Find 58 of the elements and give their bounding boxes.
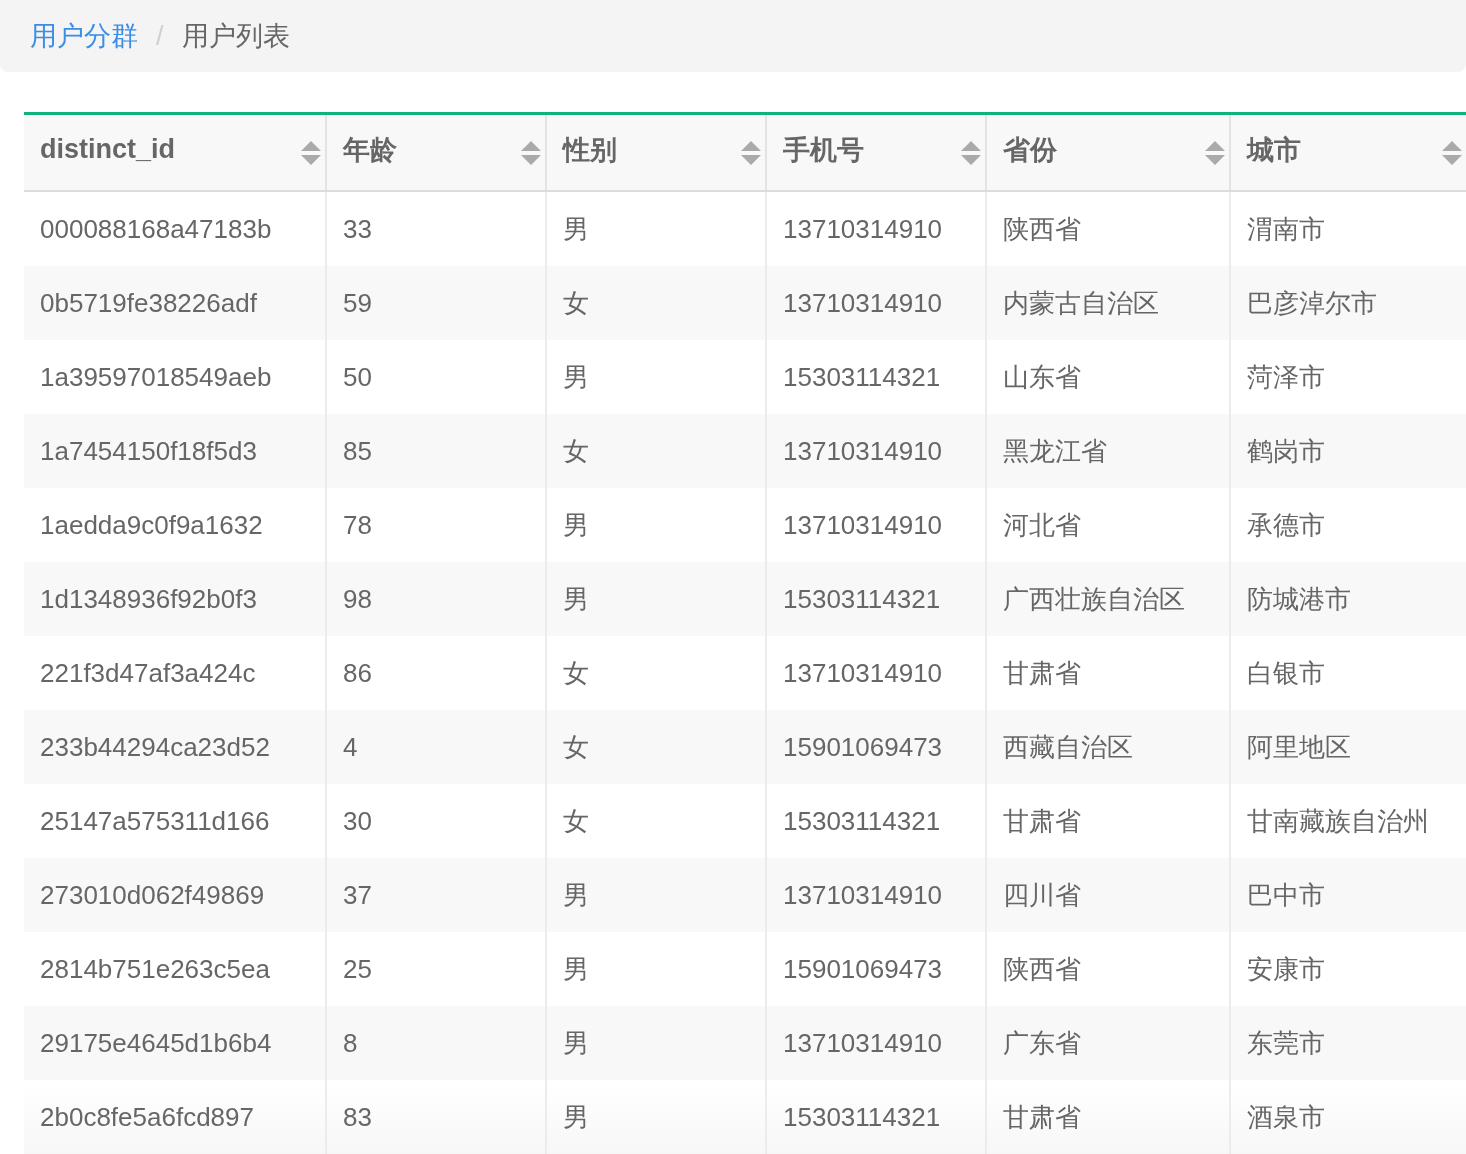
table-cell: 阿里地区 (1229, 710, 1466, 784)
column-header[interactable]: distinct_id (24, 115, 325, 190)
table-cell: 15901069473 (765, 710, 985, 784)
table-cell: 女 (545, 266, 765, 340)
table-cell: 防城港市 (1229, 562, 1466, 636)
table-cell: 37 (325, 858, 545, 932)
table-cell-text: 1aedda9c0f9a1632 (39, 508, 264, 542)
table-cell: 4 (325, 710, 545, 784)
table-cell: 男 (545, 858, 765, 932)
table-cell: 59 (325, 266, 545, 340)
sort-icon[interactable] (739, 138, 763, 167)
breadcrumb-link[interactable]: 用户分群 (30, 18, 138, 54)
table-cell: 女 (545, 710, 765, 784)
breadcrumb-current: 用户列表 (181, 20, 290, 53)
table-cell-text: 233b44294ca23d52 (39, 730, 271, 764)
table-cell: 15303114321 (765, 1080, 985, 1154)
sort-icon[interactable] (959, 138, 983, 167)
sort-icon[interactable] (1203, 138, 1227, 167)
table-cell: 酒泉市 (1229, 1080, 1466, 1154)
sort-icon[interactable] (519, 138, 543, 167)
column-header[interactable]: 城市 (1229, 115, 1466, 190)
table-cell-text: 29175e4645d1b6b4 (39, 1026, 273, 1060)
table-cell: 黑龙江省 (985, 414, 1229, 488)
table-cell-text: 000088168a47183b (39, 212, 273, 246)
column-header[interactable]: 省份 (985, 115, 1229, 190)
column-header[interactable]: 年龄 (325, 115, 545, 190)
table-cell: 广西壮族自治区 (985, 562, 1229, 636)
table-cell: 甘肃省 (985, 1080, 1229, 1154)
table-cell: 西藏自治区 (985, 710, 1229, 784)
table-cell: 15303114321 (765, 562, 985, 636)
table-cell-text: 1a39597018549aeb (39, 360, 273, 394)
table-cell: 男 (545, 562, 765, 636)
table-cell: 85 (325, 414, 545, 488)
table-cell-text: 273010d062f49869 (39, 878, 266, 912)
table-cell: 巴彦淖尔市 (1229, 266, 1466, 340)
table-cell: 鹤岗市 (1229, 414, 1466, 488)
column-header[interactable]: 手机号 (765, 115, 985, 190)
table-cell-text: 1a7454150f18f5d3 (39, 434, 258, 468)
table-cell: 女 (545, 414, 765, 488)
sort-icon[interactable] (299, 138, 323, 167)
table-cell-text: 1d1348936f92b0f3 (39, 582, 258, 616)
table-cell: 13710314910 (765, 414, 985, 488)
table-cell: 巴中市 (1229, 858, 1466, 932)
table-cell: 男 (545, 1080, 765, 1154)
table-cell: 83 (325, 1080, 545, 1154)
breadcrumb-separator: / (156, 20, 164, 52)
column-header[interactable]: 性别 (545, 115, 765, 190)
table-cell-text: 0b5719fe38226adf (39, 286, 258, 320)
table-cell-text: 2b0c8fe5a6fcd897 (39, 1100, 255, 1134)
table-cell: 四川省 (985, 858, 1229, 932)
table-cell: 13710314910 (765, 858, 985, 932)
table-cell: 13710314910 (765, 266, 985, 340)
table-cell: 98 (325, 562, 545, 636)
table-cell-text: 221f3d47af3a424c (39, 656, 257, 690)
table-cell-text: 2814b751e263c5ea (39, 952, 271, 986)
table-cell-text: 25147a575311d166 (39, 804, 271, 838)
sort-icon[interactable] (1440, 138, 1464, 167)
table-cell: 内蒙古自治区 (985, 266, 1229, 340)
